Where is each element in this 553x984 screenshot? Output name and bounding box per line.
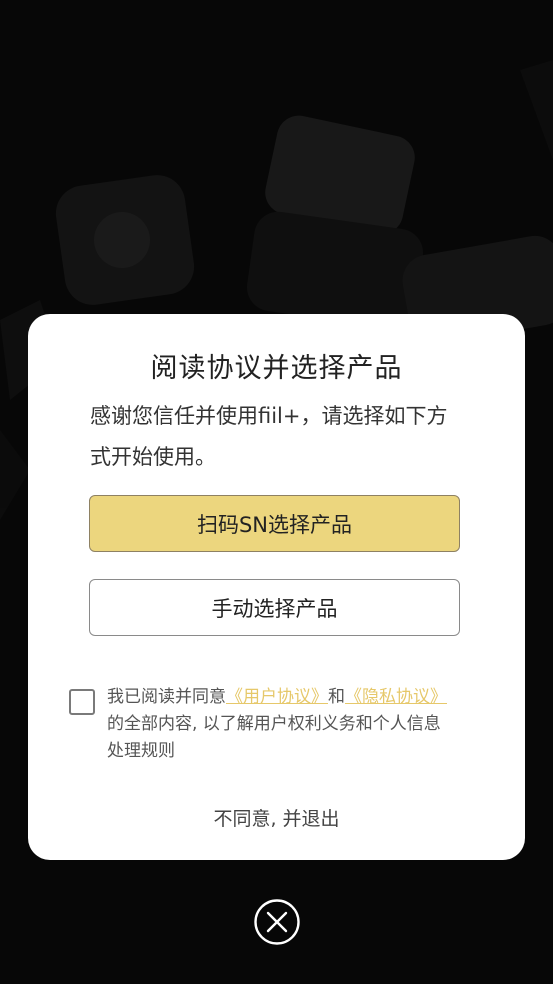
- close-circle-icon: [254, 899, 300, 945]
- consent-connector: 和: [328, 687, 345, 707]
- consent-checkbox[interactable]: [69, 689, 95, 715]
- scan-sn-button-label: 扫码SN选择产品: [196, 512, 353, 537]
- manual-select-button[interactable]: 手动选择产品: [89, 579, 460, 636]
- consent-suffix: 的全部内容, 以了解用户权利义务和个人信息处理规则: [107, 714, 441, 761]
- dialog-title: 阅读协议并选择产品: [150, 353, 403, 384]
- manual-select-button-label: 手动选择产品: [211, 596, 338, 621]
- close-button[interactable]: [253, 898, 301, 946]
- decline-exit-button[interactable]: 不同意, 并退出: [28, 804, 525, 831]
- agreement-dialog: 阅读协议并选择产品 感谢您信任并使用fiil+，请选择如下方式开始使用。 扫码S…: [28, 314, 525, 860]
- dialog-description: 感谢您信任并使用fiil+，请选择如下方式开始使用。: [90, 404, 448, 469]
- user-agreement-link[interactable]: 《用户协议》: [226, 687, 328, 707]
- consent-text: 我已阅读并同意《用户协议》和《隐私协议》的全部内容, 以了解用户权利义务和个人信…: [107, 684, 457, 765]
- scan-sn-button[interactable]: 扫码SN选择产品: [89, 495, 460, 552]
- consent-prefix: 我已阅读并同意: [107, 687, 226, 707]
- privacy-agreement-link[interactable]: 《隐私协议》: [345, 687, 447, 707]
